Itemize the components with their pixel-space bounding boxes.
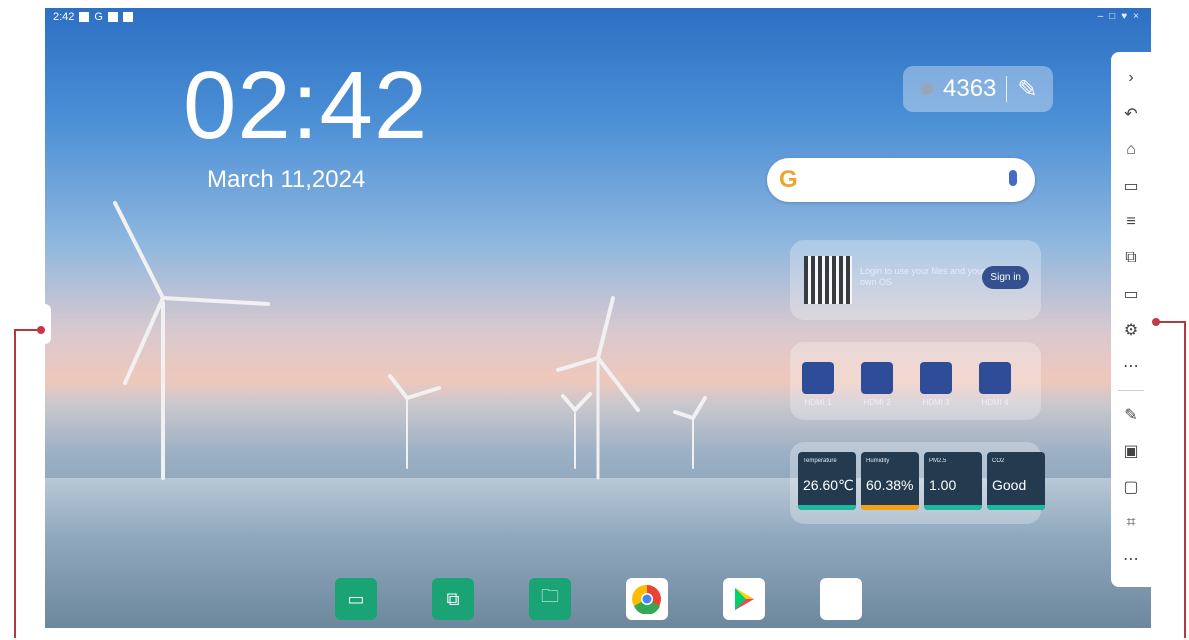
more-icon[interactable]: ⋯ (1119, 547, 1143, 571)
display-app-icon[interactable]: ▭ (335, 578, 377, 620)
apps-icon[interactable]: ⋯ (1119, 354, 1143, 378)
cast-icon[interactable]: ⧉ (1119, 246, 1143, 270)
home-icon[interactable]: ⌂ (1119, 138, 1143, 162)
sensor-bar (987, 505, 1045, 510)
clock-widget: 02:42 (183, 52, 429, 159)
menu-icon[interactable]: ≡ (1119, 210, 1143, 234)
microphone-icon[interactable] (1009, 170, 1017, 186)
sensor-bar (861, 505, 919, 510)
sensor-value: 60.38% (866, 477, 914, 493)
status-time: 2:42 (53, 11, 75, 23)
cast-app-icon[interactable]: ⧉ (432, 578, 474, 620)
pm25-sensor: PM2.5 1.00 (924, 452, 982, 510)
hdmi-4-icon[interactable] (979, 362, 1011, 394)
notification-icon (107, 12, 118, 22)
login-text: Login to use your files and your own OS (860, 266, 986, 287)
google-logo-icon: G (779, 166, 798, 193)
co2-sensor: CO2 Good (987, 452, 1045, 510)
login-card: Login to use your files and your own OS … (790, 240, 1041, 320)
window-icon[interactable]: □ (1109, 11, 1115, 22)
hdmi-label: HDMI 1 (804, 398, 832, 407)
sensor-bar (924, 505, 982, 510)
app-dock: ▭ ⧉ 🗀 G M (335, 578, 862, 622)
minimize-icon[interactable]: – (1098, 11, 1104, 22)
sensor-value: 1.00 (929, 477, 957, 493)
temperature-sensor: Temperature 26.60℃ (798, 452, 856, 510)
close-icon[interactable]: × (1133, 11, 1139, 22)
qr-code (804, 256, 852, 304)
annotation-dot-right (1152, 318, 1160, 326)
hdmi-label: HDMI 4 (981, 398, 1009, 407)
counter-value: 4363 (943, 75, 997, 102)
separator (1006, 76, 1008, 102)
google-apps-folder-icon[interactable]: G M (820, 578, 862, 620)
recent-apps-icon[interactable]: ▭ (1119, 174, 1143, 198)
google-search-bar[interactable]: G (767, 158, 1035, 202)
hdmi-1-icon[interactable] (802, 362, 834, 394)
status-bar: 2:42 G – □ ♥ × (45, 8, 1151, 28)
play-store-icon[interactable] (723, 578, 765, 620)
environment-sensor-card: Temperature 26.60℃ Humidity 60.38% PM2.5… (790, 442, 1045, 524)
sensor-bar (798, 505, 856, 510)
hdmi-label: HDMI 2 (863, 398, 891, 407)
settings-icon[interactable]: ⚙ (1119, 318, 1143, 342)
sensor-value: Good (992, 477, 1027, 493)
notification-icon (122, 12, 133, 22)
screen-record-icon[interactable]: ▢ (1119, 475, 1143, 499)
edit-icon[interactable]: ✎ (1017, 75, 1037, 104)
status-dot-icon (921, 83, 933, 95)
right-sidebar: › ↶ ⌂ ▭ ≡ ⧉ ▭ ⚙ ⋯ ✎ ▣ ▢ ⌗ ⋯ (1111, 52, 1151, 587)
annotation-line-right (1184, 321, 1186, 638)
sidebar-divider (1118, 390, 1144, 391)
network-counter-widget[interactable]: 4363 ✎ (903, 66, 1053, 112)
hdmi-label: HDMI 3 (922, 398, 950, 407)
hdmi-3-icon[interactable] (920, 362, 952, 394)
files-app-icon[interactable]: 🗀 (529, 578, 571, 620)
google-icon: G (94, 11, 103, 23)
undo-icon[interactable]: ↶ (1119, 102, 1143, 126)
hdmi-input-icon[interactable]: ▣ (1119, 439, 1143, 463)
sensor-label: CO2 (992, 458, 1005, 464)
humidity-sensor: Humidity 60.38% (861, 452, 919, 510)
annotation-dot-left (37, 326, 45, 334)
wifi-icon: ♥ (1121, 11, 1128, 22)
annotation-line-right (1158, 321, 1186, 323)
left-sidebar-handle[interactable] (45, 304, 51, 344)
sign-in-button[interactable]: Sign in (982, 266, 1029, 289)
sensor-label: Humidity (866, 458, 890, 464)
sensor-label: Temperature (803, 458, 837, 464)
hdmi-2-icon[interactable] (861, 362, 893, 394)
chevron-right-icon[interactable]: › (1119, 66, 1143, 90)
display-icon[interactable]: ▭ (1119, 282, 1143, 306)
sensor-value: 26.60℃ (803, 477, 854, 493)
input-sources-card: HDMI 1 HDMI 2 HDMI 3 HDMI 4 (790, 342, 1041, 420)
notification-icon (79, 12, 90, 22)
date-label: March 11,2024 (207, 166, 366, 193)
chrome-app-icon[interactable] (626, 578, 668, 620)
crop-icon[interactable]: ⌗ (1119, 511, 1143, 535)
annotation-line-left (14, 329, 16, 638)
pen-icon[interactable]: ✎ (1119, 403, 1143, 427)
sensor-label: PM2.5 (929, 458, 947, 464)
device-screen: 2:42 G – □ ♥ × 02:42 March 11,2024 4363 … (45, 8, 1151, 628)
